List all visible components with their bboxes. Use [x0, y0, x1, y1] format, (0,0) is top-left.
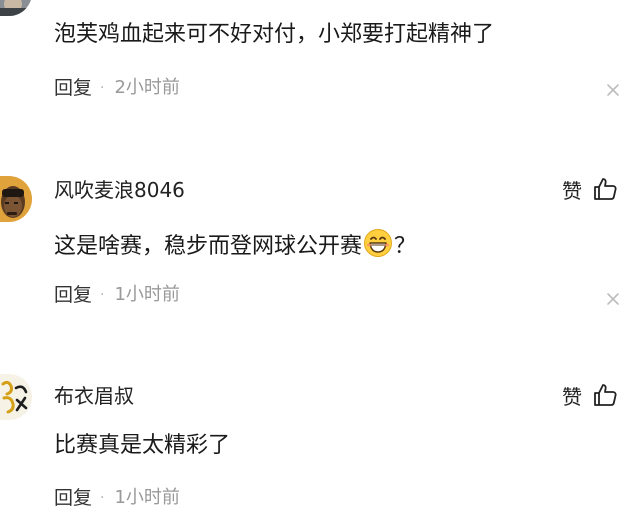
- username[interactable]: 风吹麦浪8046: [54, 178, 185, 202]
- comment-item: 泡芙鸡血起来可不好对付，小郑要打起精神了 回复 · 2小时前: [0, 0, 640, 118]
- reply-button[interactable]: 回复: [54, 486, 92, 507]
- like-label: 赞: [562, 385, 582, 409]
- thumbs-up-icon: [592, 176, 618, 206]
- avatar[interactable]: [0, 0, 32, 16]
- comment-text-start: 这是啥赛，稳步而登网球公开赛: [54, 234, 363, 259]
- separator-dot: ·: [100, 287, 105, 303]
- comment-meta: 回复 · 1小时前: [54, 283, 180, 307]
- separator-dot: ·: [100, 490, 105, 506]
- grinning-face-emoji: [363, 228, 393, 266]
- like-label: 赞: [562, 179, 582, 203]
- reply-button[interactable]: 回复: [54, 283, 92, 307]
- thumbs-up-icon: [592, 382, 618, 412]
- comment-text: 泡芙鸡血起来可不好对付，小郑要打起精神了: [54, 22, 495, 47]
- like-button[interactable]: 赞: [562, 382, 618, 412]
- avatar[interactable]: [0, 374, 32, 420]
- comment-text-end: ？: [394, 234, 417, 259]
- comment-time: 1小时前: [114, 487, 180, 507]
- separator-dot: ·: [100, 80, 105, 96]
- comment-meta: 回复 · 1小时前: [54, 486, 180, 507]
- comment-text: 比赛真是太精彩了: [54, 433, 231, 458]
- reply-button[interactable]: 回复: [54, 76, 92, 100]
- comment-item: 布衣眉叔 赞 比赛真是太精彩了 回复 · 1小时前: [0, 318, 640, 507]
- comment-text: 这是啥赛，稳步而登网球公开赛 ？: [54, 228, 416, 266]
- comment-list: 泡芙鸡血起来可不好对付，小郑要打起精神了 回复 · 2小时前 风吹麦浪8046 …: [0, 0, 640, 507]
- like-button[interactable]: 赞: [562, 176, 618, 206]
- close-icon[interactable]: [605, 82, 621, 98]
- comment-meta: 回复 · 2小时前: [54, 76, 180, 100]
- comment-item: 风吹麦浪8046 赞 这是啥赛，稳步而登网球公开赛 ？ 回复 · 1小时前: [0, 118, 640, 318]
- username[interactable]: 布衣眉叔: [54, 384, 134, 408]
- comment-time: 2小时前: [114, 77, 180, 98]
- close-icon[interactable]: [605, 291, 621, 307]
- comment-time: 1小时前: [114, 284, 180, 305]
- avatar[interactable]: [0, 176, 32, 222]
